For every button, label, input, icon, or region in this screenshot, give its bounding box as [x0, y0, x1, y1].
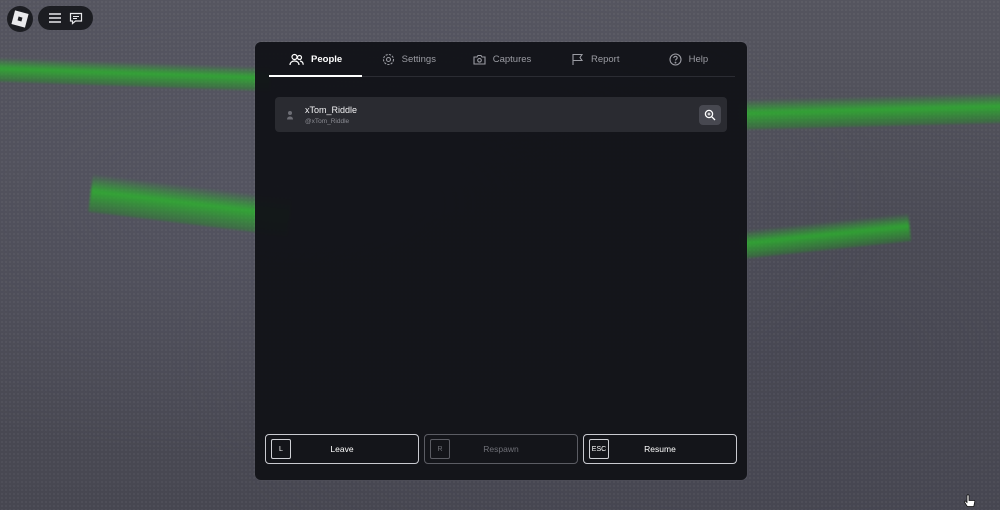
player-names: xTom_Riddle @xTom_Riddle [305, 105, 699, 125]
menu-tabs: People Settings Captures Report Help [269, 42, 735, 77]
chat-icon[interactable] [69, 12, 83, 25]
inspect-icon [704, 109, 716, 120]
roblox-menu-button[interactable] [7, 6, 33, 32]
escape-menu-panel: People Settings Captures Report Help xTo… [255, 42, 747, 480]
roblox-logo-icon [11, 10, 29, 28]
player-username: @xTom_Riddle [305, 117, 350, 125]
respawn-key-hint: R [430, 439, 450, 459]
tab-report[interactable]: Report [549, 42, 642, 76]
leave-button[interactable]: L Leave [265, 434, 419, 464]
camera-icon [473, 54, 486, 65]
tab-report-label: Report [590, 53, 620, 65]
player-icon [275, 110, 305, 120]
player-list-item[interactable]: xTom_Riddle @xTom_Riddle [275, 97, 727, 132]
tab-help-label: Help [688, 53, 709, 65]
help-icon [669, 52, 682, 66]
tab-settings-label: Settings [401, 53, 436, 65]
hand-cursor-icon [963, 494, 977, 508]
respawn-button[interactable]: R Respawn [424, 434, 578, 464]
resume-key-hint: ESC [589, 439, 609, 459]
hamburger-icon[interactable] [48, 12, 62, 24]
flag-icon [572, 53, 583, 65]
tab-settings[interactable]: Settings [362, 42, 455, 76]
tab-captures[interactable]: Captures [455, 42, 548, 76]
top-bar-pill [38, 6, 93, 30]
menu-action-bar: L Leave R Respawn ESC Resume [265, 434, 737, 464]
player-display-name: xTom_Riddle [305, 104, 358, 115]
tab-help[interactable]: Help [642, 42, 735, 76]
tab-people[interactable]: People [269, 42, 363, 77]
gear-icon [382, 53, 394, 65]
leave-key-hint: L [271, 439, 291, 459]
tab-people-label: People [311, 53, 343, 65]
tab-captures-label: Captures [492, 53, 532, 65]
resume-button[interactable]: ESC Resume [583, 434, 737, 464]
inspect-player-button[interactable] [699, 104, 721, 125]
people-icon [289, 53, 304, 65]
